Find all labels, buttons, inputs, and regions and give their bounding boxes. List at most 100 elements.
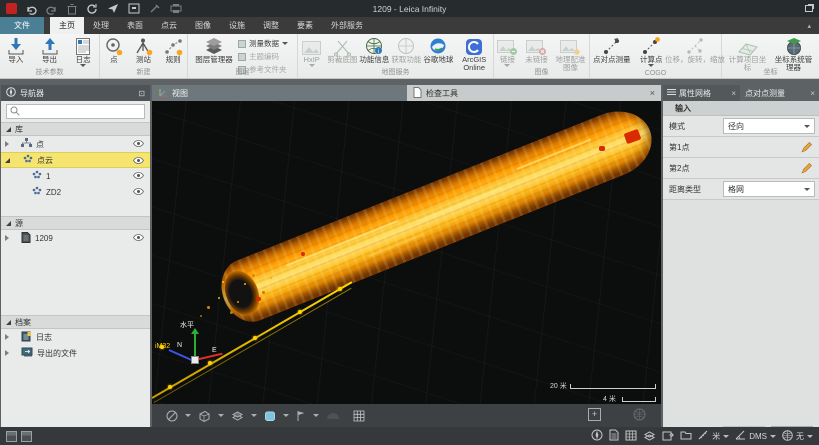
print-icon[interactable] xyxy=(170,3,182,14)
tab-p2p-measure[interactable]: 点对点测量 × xyxy=(741,85,819,101)
pick-point1-pencil-icon[interactable] xyxy=(801,142,812,155)
tab-inspect-tool[interactable]: 检查工具 × xyxy=(407,85,661,101)
delete-icon[interactable] xyxy=(67,3,77,15)
clip-basemap-icon xyxy=(333,36,352,56)
expander-icon[interactable] xyxy=(5,235,9,241)
search-input[interactable] xyxy=(23,107,133,116)
mode-select[interactable]: 径向 xyxy=(723,118,815,134)
tree-item-exported-files[interactable]: 导出的文件 xyxy=(1,345,150,361)
tab-features[interactable]: 要素 xyxy=(288,17,322,34)
report-doc-icon[interactable] xyxy=(609,429,619,443)
export-status-icon[interactable] xyxy=(662,430,674,443)
tree-item-log[interactable]: 日志 xyxy=(1,329,150,345)
view-orientation-icon[interactable] xyxy=(166,410,178,422)
transform-button[interactable]: 位移，旋转，缩放 xyxy=(669,36,721,67)
close-view-icon[interactable]: × xyxy=(650,88,655,98)
render-mode-icon[interactable] xyxy=(198,410,211,422)
grid-toggle-icon[interactable] xyxy=(353,410,365,422)
layout-left-icon[interactable] xyxy=(6,431,17,442)
tab-surfaces[interactable]: 表面 xyxy=(118,17,152,34)
search-icon xyxy=(10,106,20,118)
caret-down-icon[interactable] xyxy=(185,414,191,417)
expander-icon[interactable] xyxy=(5,350,9,356)
close-panel-icon[interactable]: × xyxy=(810,89,815,98)
expander-icon[interactable] xyxy=(5,141,9,147)
layers-status-icon[interactable] xyxy=(643,430,656,443)
import-button[interactable]: 导入 xyxy=(0,36,32,67)
compute-point-button[interactable]: 计算点 xyxy=(635,36,667,67)
expand-view-icon[interactable]: + xyxy=(588,408,601,421)
caret-down-icon[interactable] xyxy=(313,414,319,417)
visibility-eye-icon[interactable] xyxy=(133,234,144,243)
angle-units-selector[interactable]: DMS xyxy=(735,430,776,442)
tab-imaging[interactable]: 图像 xyxy=(186,17,220,34)
tab-external-services[interactable]: 外部服务 xyxy=(322,17,372,34)
send-icon[interactable] xyxy=(107,3,119,14)
export-button[interactable]: 导出 xyxy=(34,36,66,67)
tree-item-pc-zd2[interactable]: ZD2 xyxy=(1,184,150,200)
shading-mode-icon[interactable] xyxy=(264,410,276,422)
journal-button[interactable]: 日志 xyxy=(67,36,99,67)
visibility-eye-icon[interactable] xyxy=(133,172,144,181)
measured-data-dropdown-icon[interactable] xyxy=(282,42,288,45)
visibility-eye-icon[interactable] xyxy=(133,140,144,149)
section-library[interactable]: 库 xyxy=(1,122,150,136)
tree-item-points[interactable]: 点 xyxy=(1,136,150,152)
layer-measured-data[interactable]: 测量数据 xyxy=(238,38,288,49)
flag-marker-icon[interactable] xyxy=(296,410,306,422)
globe-faded-icon[interactable] xyxy=(633,408,646,423)
tree-item-pointclouds[interactable]: 点云 xyxy=(1,152,150,168)
distance-type-select[interactable]: 格网 xyxy=(723,181,815,197)
tab-property-grid[interactable]: 属性网格 × xyxy=(663,85,740,101)
refresh-icon[interactable] xyxy=(86,3,98,15)
tab-infrastructure[interactable]: 设施 xyxy=(220,17,254,34)
restore-button[interactable] xyxy=(805,5,813,12)
tab-processing[interactable]: 处理 xyxy=(84,17,118,34)
tree-item-source-1209[interactable]: 1209 xyxy=(1,230,150,246)
crs-selector[interactable]: 无 xyxy=(782,430,813,443)
viewport-3d[interactable]: 水平 N E iM32 20 米 4 米 xyxy=(152,101,661,404)
tab-file[interactable]: 文件 xyxy=(0,17,44,34)
p2p-measure-button[interactable]: 点对点测量 xyxy=(590,36,633,67)
expander-icon[interactable] xyxy=(5,158,10,163)
status-bar: 米 DMS 无 xyxy=(0,427,819,445)
pin-icon[interactable]: ⊡ xyxy=(138,89,145,98)
tab-view-3d[interactable]: 视图 xyxy=(152,85,407,101)
redo-icon[interactable] xyxy=(46,3,58,15)
new-setup-button[interactable]: 测站 xyxy=(130,36,158,64)
dome-icon[interactable] xyxy=(326,411,340,420)
caret-down-icon[interactable] xyxy=(283,414,289,417)
layers-visibility-icon[interactable] xyxy=(231,410,244,421)
table-view-icon[interactable] xyxy=(625,430,637,443)
pick-point2-pencil-icon[interactable] xyxy=(801,163,812,176)
trajectory-point xyxy=(208,361,212,365)
collapse-ribbon-icon[interactable]: ▴ xyxy=(799,17,819,34)
caret-down-icon[interactable] xyxy=(251,414,257,417)
layer-thematic-codes[interactable]: 主题编码 xyxy=(238,51,288,62)
visibility-eye-icon[interactable] xyxy=(133,188,144,197)
new-alignment-button[interactable]: 规则 xyxy=(159,36,187,64)
caret-down-icon[interactable] xyxy=(218,414,224,417)
linear-units-selector[interactable]: 米 xyxy=(698,430,729,442)
tab-adjustments[interactable]: 调整 xyxy=(254,17,288,34)
section-source[interactable]: 源 xyxy=(1,216,150,230)
tab-home[interactable]: 主页 xyxy=(50,17,84,34)
close-panel-icon[interactable]: × xyxy=(731,89,736,98)
section-archive[interactable]: 档案 xyxy=(1,315,150,329)
compute-point-dropdown-icon[interactable] xyxy=(648,64,654,67)
archive-box-icon[interactable] xyxy=(128,3,140,14)
angle-icon xyxy=(735,430,746,442)
visibility-eye-icon[interactable] xyxy=(133,157,144,166)
tools-icon[interactable] xyxy=(149,3,161,14)
layout-bottom-icon[interactable] xyxy=(21,431,32,442)
tree-item-pc-1[interactable]: 1 xyxy=(1,168,150,184)
axis-n-label: N xyxy=(177,342,182,349)
undo-icon[interactable] xyxy=(25,3,37,15)
expander-icon[interactable] xyxy=(5,334,9,340)
new-point-button[interactable]: 点 xyxy=(100,36,128,64)
navigator-toggle-icon[interactable] xyxy=(591,429,603,443)
caret-down-icon xyxy=(807,435,813,438)
folder-status-icon[interactable] xyxy=(680,430,692,442)
trajectory-point xyxy=(338,287,342,291)
tab-pointclouds[interactable]: 点云 xyxy=(152,17,186,34)
